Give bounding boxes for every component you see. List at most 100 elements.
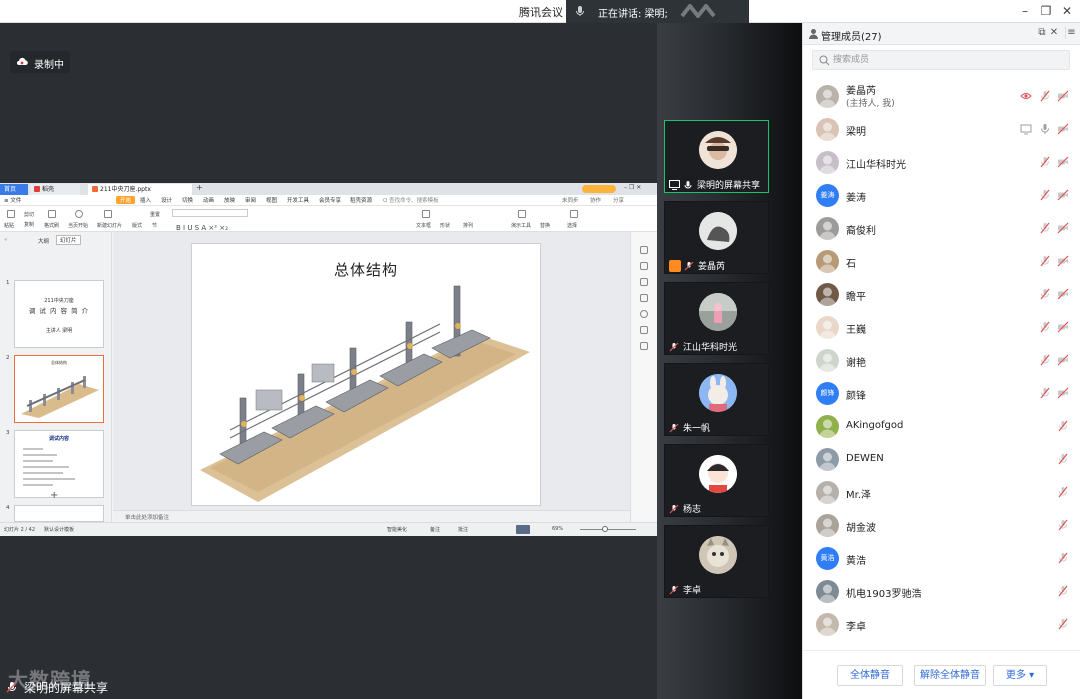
member-row[interactable]: 机电1903罗驰浩 bbox=[803, 575, 1080, 608]
wps-menu-slideshow[interactable]: 放映 bbox=[224, 196, 235, 204]
mic-muted-icon[interactable] bbox=[1039, 321, 1051, 333]
wps-tab-home[interactable]: 首页 bbox=[0, 184, 28, 195]
mic-muted-icon[interactable] bbox=[1039, 189, 1051, 201]
member-row[interactable]: AKingofgod bbox=[803, 410, 1080, 443]
pop-out-icon[interactable]: ⧉ bbox=[1036, 27, 1048, 39]
textbox-icon[interactable] bbox=[422, 210, 430, 218]
wps-tab-daoke[interactable]: 稻壳 bbox=[30, 184, 80, 195]
minimize-button[interactable]: – bbox=[1016, 2, 1034, 20]
mic-muted-icon[interactable] bbox=[1057, 585, 1069, 597]
notes-toggle[interactable]: 备注 bbox=[430, 526, 440, 533]
mic-muted-icon[interactable] bbox=[1057, 420, 1069, 432]
smart-beautify-button[interactable]: 智能美化 bbox=[387, 526, 407, 533]
mic-icon[interactable] bbox=[1039, 123, 1051, 135]
slide-thumbnail-3[interactable]: 调试内容 bbox=[14, 430, 104, 498]
mute-all-button[interactable]: 全体静音 bbox=[837, 665, 903, 686]
camera-off-icon[interactable] bbox=[1057, 354, 1069, 366]
slide-thumbnail-2[interactable]: 总体结构 bbox=[14, 355, 104, 423]
wps-menu-review[interactable]: 审阅 bbox=[245, 196, 256, 204]
video-tile[interactable]: 梁明的屏幕共享 bbox=[664, 120, 769, 193]
member-row[interactable]: 瞻平 bbox=[803, 278, 1080, 311]
reset-label[interactable]: 重置 bbox=[150, 211, 160, 218]
camera-off-icon[interactable] bbox=[1057, 288, 1069, 300]
camera-off-icon[interactable] bbox=[1057, 123, 1069, 135]
camera-off-icon[interactable] bbox=[1057, 222, 1069, 234]
wps-command-search[interactable]: Q 查找命令、搜索模板 bbox=[383, 196, 439, 204]
member-row[interactable]: 颜锋 颜锋 bbox=[803, 377, 1080, 410]
cut-label[interactable]: 剪切 bbox=[24, 211, 34, 218]
mic-muted-icon[interactable] bbox=[1039, 288, 1051, 300]
wps-menu-start[interactable]: 开始 bbox=[116, 196, 136, 204]
screen-share-icon[interactable] bbox=[1020, 123, 1032, 135]
wps-menu-file[interactable]: ≡ 文件 bbox=[4, 196, 21, 204]
member-row[interactable]: 谢艳 bbox=[803, 344, 1080, 377]
member-row[interactable]: 梁明 bbox=[803, 113, 1080, 146]
slide-editing-canvas[interactable]: 总体结构 bbox=[113, 232, 630, 510]
member-row[interactable]: 王巍 bbox=[803, 311, 1080, 344]
member-row[interactable]: 姜晶芮 (主持人, 我) bbox=[803, 80, 1080, 113]
mic-muted-icon[interactable] bbox=[1057, 486, 1069, 498]
tool-icon[interactable] bbox=[640, 262, 648, 270]
member-row[interactable]: 李卓 bbox=[803, 608, 1080, 641]
video-tile[interactable]: 江山华科时光 bbox=[664, 282, 769, 355]
mic-muted-icon[interactable] bbox=[1039, 387, 1051, 399]
wps-collab-button[interactable]: 协作 bbox=[590, 196, 601, 204]
tool-icon[interactable] bbox=[640, 294, 648, 302]
video-tile[interactable]: 李卓 bbox=[664, 525, 769, 598]
mic-muted-icon[interactable] bbox=[1039, 222, 1051, 234]
play-from-current-icon[interactable] bbox=[75, 210, 83, 218]
mic-muted-icon[interactable] bbox=[1039, 255, 1051, 267]
panel-menu-icon[interactable]: ≡ bbox=[1065, 27, 1077, 39]
paste-icon[interactable] bbox=[7, 210, 15, 218]
section-label[interactable]: 节 bbox=[152, 222, 157, 229]
member-row[interactable]: 黄浩 黄浩 bbox=[803, 542, 1080, 575]
tool-icon[interactable] bbox=[640, 342, 648, 350]
wps-menu-design[interactable]: 设计 bbox=[161, 196, 172, 204]
member-row[interactable]: Mr.泽 bbox=[803, 476, 1080, 509]
member-row[interactable]: 江山华科时光 bbox=[803, 146, 1080, 179]
member-row[interactable]: 胡金波 bbox=[803, 509, 1080, 542]
mic-muted-icon[interactable] bbox=[1039, 90, 1051, 102]
wps-share-button[interactable]: 分享 bbox=[613, 196, 624, 204]
new-slide-icon[interactable] bbox=[104, 210, 112, 218]
play-slideshow-button[interactable] bbox=[516, 525, 530, 534]
member-search-input[interactable] bbox=[833, 53, 1063, 67]
presentation-tools-icon[interactable] bbox=[518, 210, 526, 218]
wps-menu-view[interactable]: 视图 bbox=[266, 196, 277, 204]
zoom-slider-thumb[interactable] bbox=[602, 526, 608, 532]
camera-off-icon[interactable] bbox=[1057, 90, 1069, 102]
mic-muted-icon[interactable] bbox=[1057, 453, 1069, 465]
comments-toggle[interactable]: 批注 bbox=[458, 526, 468, 533]
new-tab-icon[interactable]: + bbox=[196, 183, 203, 192]
more-button[interactable]: 更多 ▾ bbox=[993, 665, 1047, 686]
wps-tab-pptx[interactable]: 211中央刀座.pptx bbox=[88, 184, 192, 195]
mic-muted-icon[interactable] bbox=[1057, 519, 1069, 531]
tool-icon[interactable] bbox=[640, 278, 648, 286]
camera-off-icon[interactable] bbox=[1057, 387, 1069, 399]
tab-slides[interactable]: 幻灯片 bbox=[56, 235, 81, 245]
member-search[interactable] bbox=[812, 50, 1070, 70]
mic-muted-icon[interactable] bbox=[1039, 156, 1051, 168]
tab-outline[interactable]: 大纲 bbox=[38, 237, 49, 245]
wps-menu-daoke[interactable]: 稻壳资源 bbox=[350, 196, 372, 204]
camera-off-icon[interactable] bbox=[1057, 189, 1069, 201]
current-slide[interactable]: 总体结构 bbox=[191, 243, 541, 506]
mic-muted-icon[interactable] bbox=[1057, 618, 1069, 630]
wps-menu-transition[interactable]: 切换 bbox=[182, 196, 193, 204]
font-format-buttons[interactable]: B I U S A ×² ×₂ bbox=[176, 220, 336, 232]
copy-label[interactable]: 复制 bbox=[24, 221, 34, 228]
wps-menu-member[interactable]: 会员专享 bbox=[319, 196, 341, 204]
member-row[interactable]: 裔俊利 bbox=[803, 212, 1080, 245]
select-icon[interactable] bbox=[570, 210, 578, 218]
watch-icon[interactable] bbox=[1020, 90, 1032, 102]
replace-label[interactable]: 替换 bbox=[540, 222, 550, 229]
shape-label[interactable]: 形状 bbox=[440, 222, 450, 229]
collapse-panel-icon[interactable]: « bbox=[4, 237, 7, 243]
arrange-label[interactable]: 排列 bbox=[463, 222, 473, 229]
slide-thumbnail-4[interactable] bbox=[14, 505, 104, 522]
wps-menu-devtools[interactable]: 开发工具 bbox=[287, 196, 309, 204]
add-slide-icon[interactable]: + bbox=[50, 490, 58, 501]
tool-icon[interactable] bbox=[640, 246, 648, 254]
close-button[interactable]: ✕ bbox=[1058, 2, 1076, 20]
slide-thumbnail-1[interactable]: 211中央刀座 调 试 内 容 简 介 主讲人 梁明 bbox=[14, 280, 104, 348]
